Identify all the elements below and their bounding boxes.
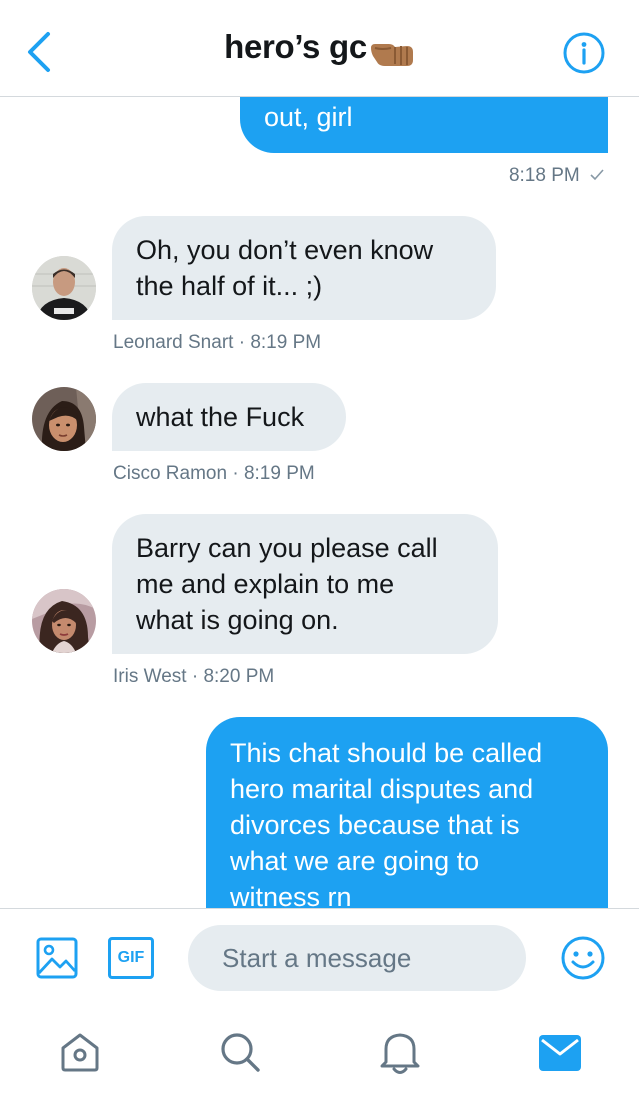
message-line: me and explain to me xyxy=(136,569,395,599)
message-input-container[interactable] xyxy=(188,925,526,991)
incoming-message-bubble[interactable]: Barry can you please call me and explain… xyxy=(112,514,498,654)
emoji-icon[interactable] xyxy=(560,935,606,981)
message-line: divorces because that is xyxy=(230,810,520,840)
timestamp-text: 8:18 PM xyxy=(508,165,580,186)
gif-button[interactable]: GIF xyxy=(108,937,154,979)
message-line: This chat should be called xyxy=(230,738,543,768)
meta-separator: · xyxy=(191,666,199,687)
meta-separator: · xyxy=(232,463,239,484)
message-line: hero marital disputes and xyxy=(230,774,534,804)
avatar-image xyxy=(32,256,96,320)
conversation-title-wrap[interactable]: hero’s gc xyxy=(0,28,639,70)
message-sender-meta: Leonard Snart · 8:19 PM xyxy=(113,332,321,354)
notifications-icon[interactable] xyxy=(378,1028,422,1076)
message-sender-meta: Iris West · 8:20 PM xyxy=(113,666,274,688)
outgoing-message-bubble[interactable]: This chat should be called hero marital … xyxy=(206,717,608,908)
messages-icon[interactable] xyxy=(538,1034,582,1072)
fist-emoji-icon xyxy=(370,43,413,66)
message-line: what we are going to xyxy=(230,846,480,876)
timestamp-text: 8:19 PM xyxy=(243,463,315,484)
message-line: out, girl xyxy=(264,102,353,132)
timestamp-text: 8:20 PM xyxy=(203,666,275,687)
checkmark-icon xyxy=(590,169,604,181)
gif-label: GIF xyxy=(117,949,145,966)
message-line: what the Fuck xyxy=(136,402,305,432)
message-line: what is going on. xyxy=(136,605,339,635)
avatar-image xyxy=(32,589,96,653)
home-icon[interactable] xyxy=(58,1030,102,1074)
message-sender-meta: Cisco Ramon · 8:19 PM xyxy=(113,463,315,485)
sender-name: Iris West xyxy=(113,666,187,687)
outgoing-message-bubble[interactable]: out, girl xyxy=(240,97,608,153)
message-timestamp: 8:18 PM xyxy=(509,165,605,187)
avatar[interactable] xyxy=(32,387,96,451)
incoming-message-bubble[interactable]: Oh, you don’t even know the half of it..… xyxy=(112,216,496,320)
timestamp-text: 8:19 PM xyxy=(250,332,322,353)
meta-separator: · xyxy=(238,332,246,353)
info-icon[interactable] xyxy=(563,32,605,74)
conversation-header: hero’s gc xyxy=(0,0,639,97)
sender-name: Cisco Ramon xyxy=(113,463,228,484)
avatar[interactable] xyxy=(32,589,96,653)
search-icon[interactable] xyxy=(218,1030,264,1076)
avatar[interactable] xyxy=(32,256,96,320)
message-line: Oh, you don’t even know xyxy=(136,235,434,265)
conversation-title: hero’s gc xyxy=(224,28,367,65)
bottom-tab-bar xyxy=(0,1008,639,1103)
incoming-message-bubble[interactable]: what the Fuck xyxy=(112,383,346,451)
avatar-image xyxy=(32,387,96,451)
message-thread[interactable]: out, girl 8:18 PM Oh, you don’t even kno… xyxy=(0,97,639,908)
sender-name: Leonard Snart xyxy=(113,332,234,353)
message-line: Barry can you please call xyxy=(136,533,438,563)
message-line: witness rn xyxy=(230,882,352,908)
message-line: the half of it... ;) xyxy=(136,271,323,301)
message-input[interactable] xyxy=(188,925,526,991)
image-icon[interactable] xyxy=(36,937,78,979)
